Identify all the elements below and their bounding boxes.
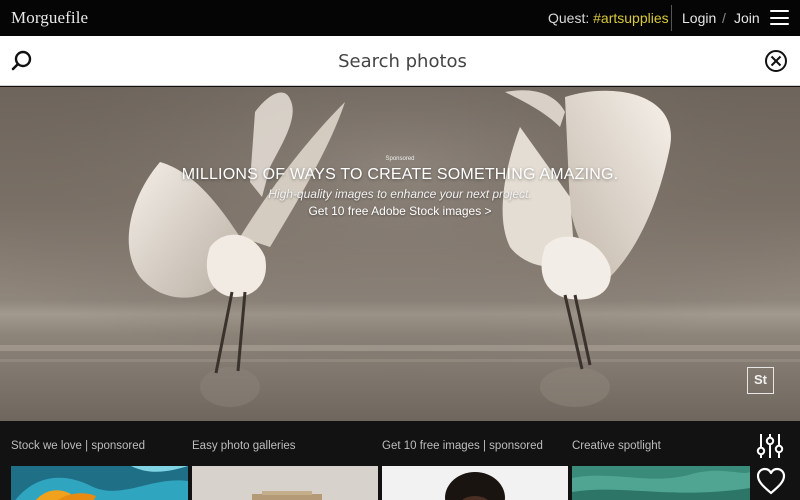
section-label-spotlight[interactable]: Creative spotlight xyxy=(572,440,661,452)
search-input[interactable] xyxy=(60,45,745,77)
hero-headline: MILLIONS OF WAYS TO CREATE SOMETHING AMA… xyxy=(181,166,619,183)
section-label-free-images[interactable]: Get 10 free images | sponsored xyxy=(382,440,543,452)
adobe-stock-cta-link[interactable]: Get 10 free Adobe Stock images > xyxy=(0,204,800,218)
login-link[interactable]: Login xyxy=(682,10,716,26)
adobe-stock-badge[interactable]: St xyxy=(747,367,774,394)
thumbnail-stock[interactable] xyxy=(11,466,188,500)
top-nav-bar: Morguefile Quest: #artsupplies Login / J… xyxy=(0,0,800,36)
quest-label: Quest: xyxy=(548,10,590,26)
search-icon[interactable] xyxy=(10,49,34,73)
login-join-separator: / xyxy=(722,10,726,26)
thumbnail-spotlight[interactable] xyxy=(572,466,750,500)
thumbnail-free-images[interactable] xyxy=(382,466,568,500)
featured-strip: Stock we love | sponsored Easy photo gal… xyxy=(0,421,800,500)
quest-tag[interactable]: #artsupplies xyxy=(593,10,669,26)
section-label-stock[interactable]: Stock we love | sponsored xyxy=(11,440,145,452)
heart-icon[interactable] xyxy=(756,467,786,495)
thumbnail-galleries[interactable] xyxy=(192,466,378,500)
join-link[interactable]: Join xyxy=(734,10,760,26)
close-circle-icon[interactable] xyxy=(764,49,788,73)
hero-image-herons xyxy=(0,87,800,421)
nav-divider xyxy=(671,5,672,31)
hero-banner[interactable]: Sponsored MILLIONS OF WAYS TO CREATE SOM… xyxy=(0,87,800,421)
sponsored-label: Sponsored xyxy=(385,156,415,162)
section-label-galleries[interactable]: Easy photo galleries xyxy=(192,440,296,452)
hamburger-menu-icon[interactable] xyxy=(770,9,789,26)
search-bar xyxy=(0,36,800,86)
sliders-icon[interactable] xyxy=(756,432,784,460)
site-logo[interactable]: Morguefile xyxy=(11,8,88,28)
hero-subline: High-quality images to enhance your next… xyxy=(268,187,532,201)
quest-link[interactable]: Quest: #artsupplies xyxy=(548,10,669,26)
